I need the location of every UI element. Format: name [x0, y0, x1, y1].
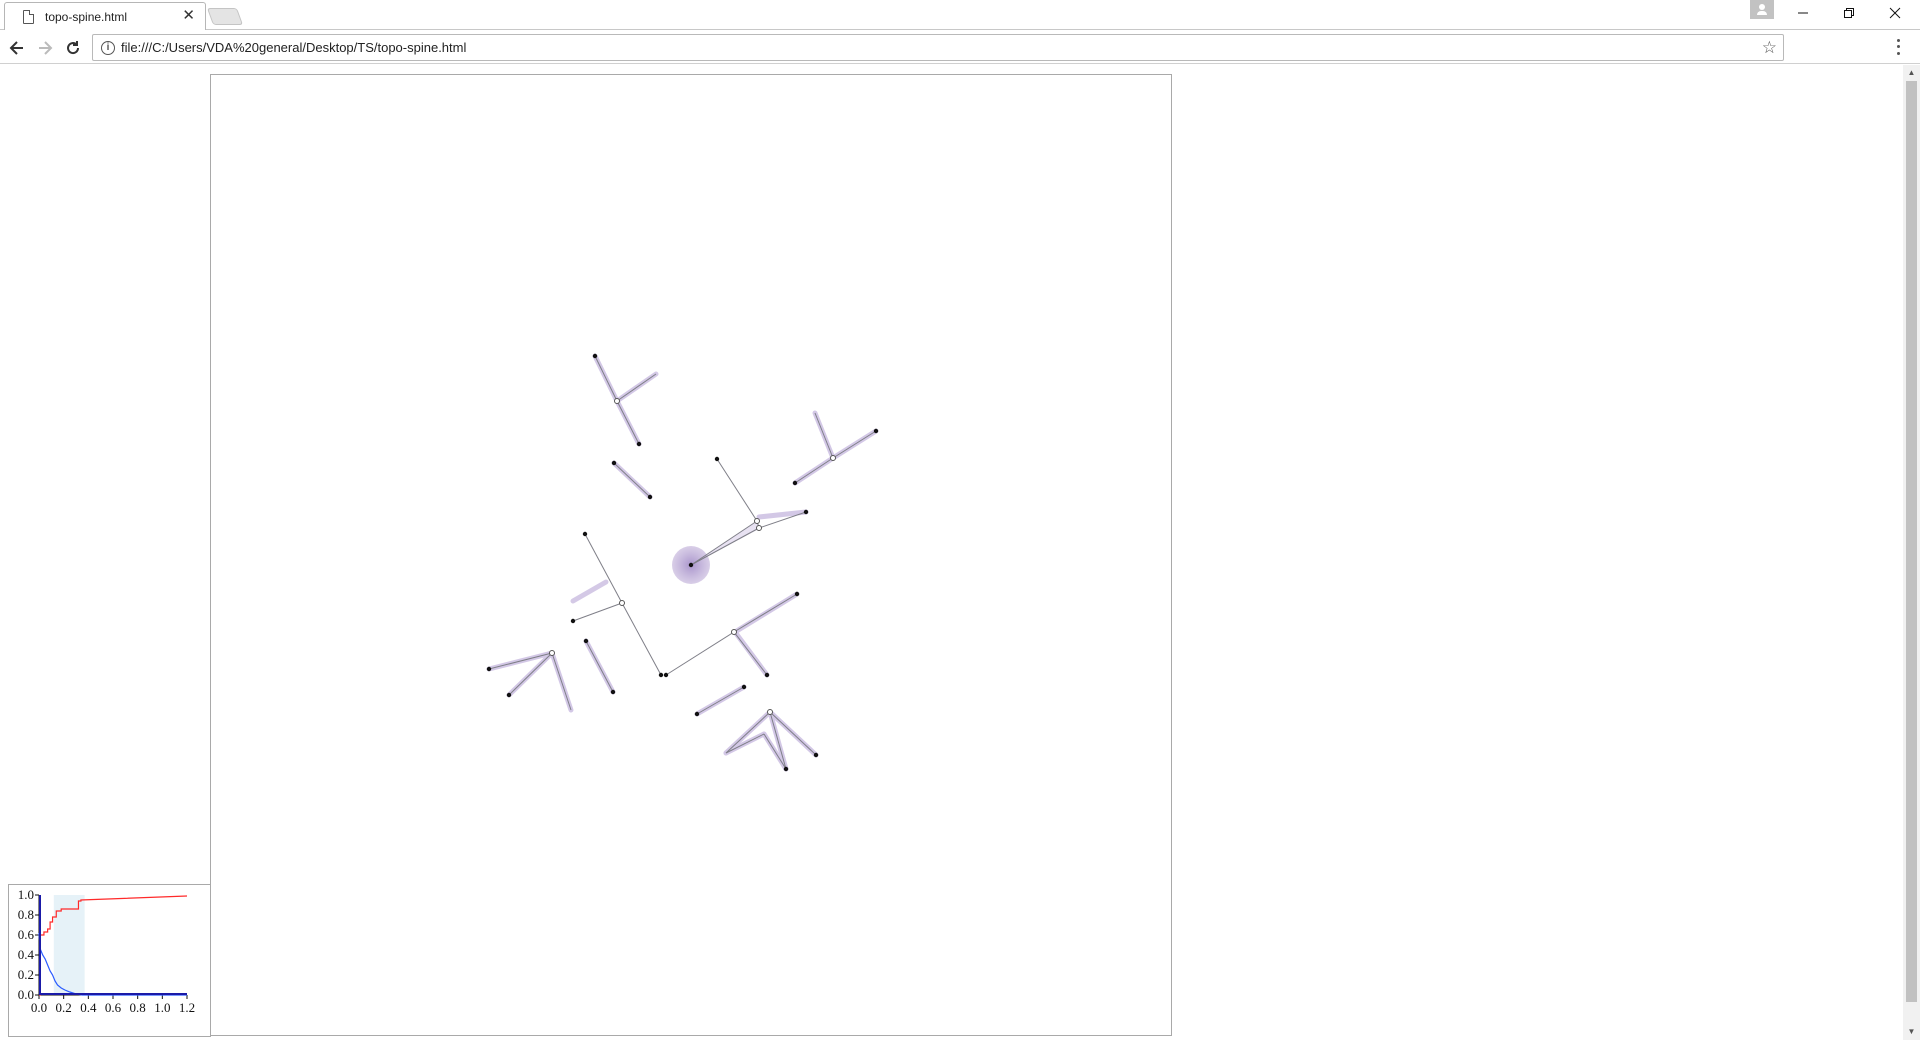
- distribution-chart: 0.0 0.2 0.4 0.6 0.8 1.0 0.0 0.2 0.4 0.6 0.8 1.0 1.2: [8, 884, 211, 1037]
- y-tick-label: 0.6: [18, 927, 35, 942]
- x-tick-label: 0.0: [31, 1000, 47, 1015]
- x-tick-label: 0.4: [80, 1000, 97, 1015]
- y-tick-label: 0.8: [18, 907, 34, 922]
- x-tick-label: 1.2: [179, 1000, 195, 1015]
- y-tick-label: 0.2: [18, 967, 34, 982]
- new-tab-button[interactable]: [206, 8, 244, 25]
- address-bar[interactable]: i file:///C:/Users/VDA%20general/Desktop…: [92, 34, 1784, 61]
- menu-icon[interactable]: [1895, 37, 1901, 57]
- back-icon[interactable]: [4, 35, 30, 61]
- distribution-chart-svg: 0.00.20.40.60.81.00.0 0.2 0.4 0.6 0.8 1.0 1.2: [18, 887, 195, 1015]
- tab-strip: topo-spine.html ✕: [0, 0, 1920, 30]
- scroll-up-icon[interactable]: ▲: [1903, 67, 1920, 79]
- vertical-scrollbar[interactable]: ▲ ▼: [1903, 65, 1920, 1040]
- reload-icon[interactable]: [60, 35, 86, 61]
- doc-icon: [23, 10, 34, 24]
- x-tick-label: 0.2: [56, 1000, 72, 1015]
- topology-canvas[interactable]: [210, 74, 1172, 1036]
- forward-icon[interactable]: [32, 35, 58, 61]
- url-text: file:///C:/Users/VDA%20general/Desktop/T…: [121, 40, 467, 55]
- x-tick-label: 1.0: [154, 1000, 170, 1015]
- page-viewport: 0.0 0.2 0.4 0.6 0.8 1.0 0.0 0.2 0.4 0.6 0.8 1.0 1.2 …: [0, 65, 1920, 1040]
- highlight-band: [53, 895, 85, 995]
- topology-graph: [486, 353, 879, 772]
- scroll-down-icon[interactable]: ▼: [1903, 1026, 1920, 1038]
- y-tick-label: 1.0: [18, 887, 34, 902]
- info-icon[interactable]: i: [101, 41, 115, 55]
- profile-icon[interactable]: [1750, 0, 1774, 19]
- browser-toolbar: i file:///C:/Users/VDA%20general/Desktop…: [0, 31, 1920, 64]
- close-icon[interactable]: [1872, 0, 1918, 26]
- x-tick-label: 0.8: [130, 1000, 146, 1015]
- tab-title: topo-spine.html: [45, 10, 128, 24]
- browser-tab[interactable]: topo-spine.html ✕: [4, 2, 206, 30]
- tab-close-icon[interactable]: ✕: [182, 8, 195, 24]
- scroll-thumb[interactable]: [1906, 81, 1917, 1002]
- minimize-icon[interactable]: [1780, 0, 1826, 26]
- x-tick-label: 0.6: [105, 1000, 122, 1015]
- star-icon[interactable]: ☆: [1762, 38, 1777, 58]
- y-tick-label: 0.4: [18, 947, 35, 962]
- restore-icon[interactable]: [1826, 0, 1872, 26]
